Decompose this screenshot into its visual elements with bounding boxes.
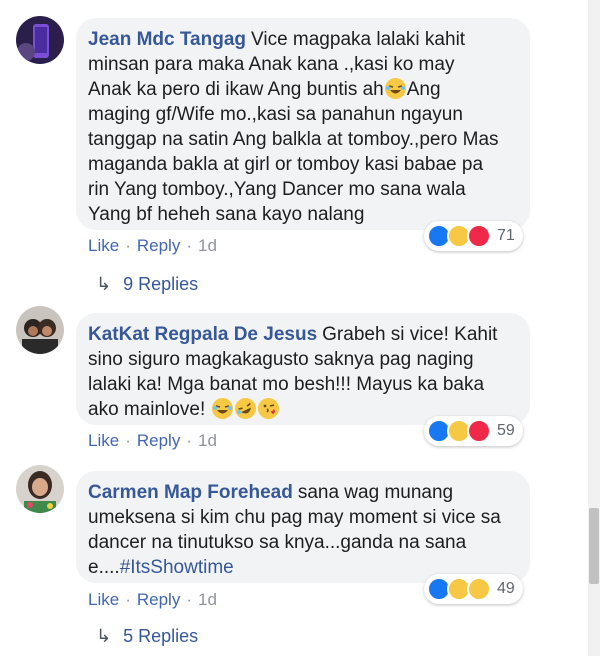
separator-dot: · — [186, 431, 192, 450]
comment-actions: Like · Reply · 1d — [88, 236, 217, 256]
comment-text-line: minsan para maka Anak kana .,kasi ko may — [88, 54, 455, 75]
like-link[interactable]: Like — [88, 431, 119, 450]
comment-actions: Like · Reply · 1d — [88, 431, 217, 451]
replies-label: 9 Replies — [123, 274, 199, 294]
reaction-count: 71 — [497, 227, 515, 244]
comment-bubble: KatKat Regpala De Jesus Grabeh si vice! K… — [76, 313, 530, 425]
reaction-count: 59 — [497, 422, 515, 439]
love-icon — [467, 419, 491, 443]
avatar[interactable] — [16, 465, 64, 513]
reaction-count: 49 — [497, 580, 515, 597]
comment-text-line: ako mainlove! — [88, 399, 206, 420]
separator-dot: · — [186, 236, 192, 255]
laughing-emoji-icon — [211, 398, 233, 419]
separator-dot: · — [125, 590, 131, 609]
comment-bubble: Jean Mdc Tangag Vice magpaka lalaki kahit… — [76, 18, 530, 230]
comment-text-line: maganda bakla at girl or tomboy kasi bab… — [88, 154, 484, 175]
separator-dot: · — [125, 236, 131, 255]
comment-text-line: Ang — [406, 79, 441, 100]
avatar[interactable] — [16, 16, 64, 64]
comment-author[interactable]: Jean Mdc Tangag — [88, 29, 246, 50]
view-replies-link[interactable]: ↳ 5 Replies — [96, 626, 198, 647]
comment-author[interactable]: KatKat Regpala De Jesus — [88, 324, 317, 345]
laughing-emoji-icon — [384, 78, 406, 99]
scrollbar-thumb[interactable] — [589, 508, 599, 584]
comment-text-line: sana wag munang — [297, 482, 454, 503]
reply-link[interactable]: Reply — [137, 431, 180, 450]
view-replies-link[interactable]: ↳ 9 Replies — [96, 274, 198, 295]
comment-timestamp[interactable]: 1d — [198, 236, 217, 255]
separator-dot: · — [186, 590, 192, 609]
comment-timestamp[interactable]: 1d — [198, 431, 217, 450]
comment-text-line: umeksena si kim chu pag may moment si vi… — [88, 507, 501, 528]
wow-icon — [467, 577, 491, 601]
comment-text-line: e.... — [88, 557, 120, 578]
like-link[interactable]: Like — [88, 590, 119, 609]
separator-dot: · — [125, 431, 131, 450]
reply-arrow-icon: ↳ — [96, 274, 112, 294]
hashtag-link[interactable]: #ItsShowtime — [120, 557, 234, 578]
comment-text-line: maging gf/Wife mo.,kasi sa panahun ngayu… — [88, 104, 463, 125]
reply-arrow-icon: ↳ — [96, 626, 112, 646]
comment-author[interactable]: Carmen Map Forehead — [88, 482, 293, 503]
rofl-emoji-icon — [231, 394, 259, 423]
comment-text-line: lalaki ka! Mga banat mo besh!!! Mayus ka… — [88, 374, 485, 395]
comment-text-line: Yang bf heheh sana kayo nalang — [88, 204, 365, 225]
comment-actions: Like · Reply · 1d — [88, 590, 217, 610]
comment-text-line: sino siguro magkakagusto saknya pag nagi… — [88, 349, 474, 370]
comment-bubble: Carmen Map Forehead sana wag munang umeks… — [76, 471, 530, 583]
comment-text-line: Anak ka pero di ikaw Ang buntis ah — [88, 79, 384, 100]
comment-text-line: tanggap na satin Ang balkla at tomboy.,p… — [88, 129, 499, 150]
comment-timestamp[interactable]: 1d — [198, 590, 217, 609]
reply-link[interactable]: Reply — [137, 590, 180, 609]
like-link[interactable]: Like — [88, 236, 119, 255]
comment-text-line: rin Yang tomboy.,Yang Dancer mo sana wal… — [88, 179, 466, 200]
reactions-summary[interactable]: 71 — [424, 221, 523, 251]
comment-text-line: dancer na tinutukso sa knya...ganda na s… — [88, 532, 467, 553]
replies-label: 5 Replies — [123, 626, 199, 646]
reply-link[interactable]: Reply — [137, 236, 180, 255]
reactions-summary[interactable]: 59 — [424, 416, 523, 446]
love-icon — [467, 224, 491, 248]
avatar[interactable] — [16, 306, 64, 354]
reactions-summary[interactable]: 49 — [424, 574, 523, 604]
comment-text-line: Grabeh si vice! Kahit — [322, 324, 498, 345]
kiss-emoji-icon — [257, 398, 279, 419]
comment-text-line: Vice magpaka lalaki kahit — [251, 29, 466, 50]
